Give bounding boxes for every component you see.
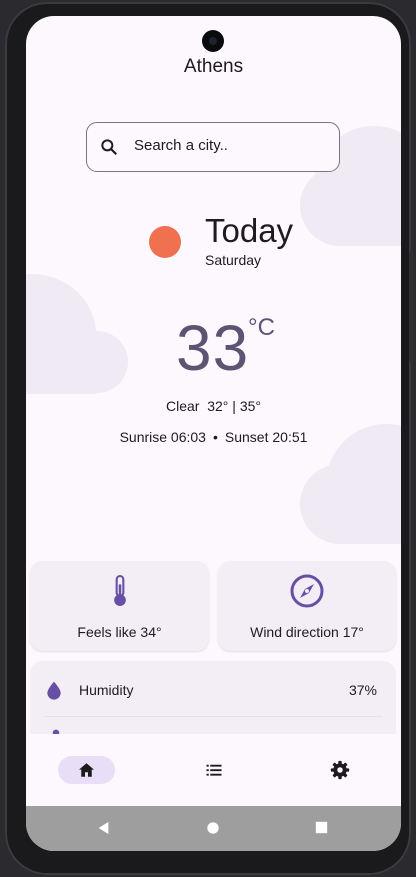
sunrise-time: Sunrise 06:03 — [119, 429, 206, 445]
search-icon — [101, 139, 117, 155]
feels-like-label: Feels like 34° — [77, 624, 162, 640]
bottom-navigation — [26, 734, 401, 806]
temperature-value: 33 — [176, 312, 250, 384]
nav-settings[interactable] — [328, 756, 352, 784]
feels-like-card[interactable]: Feels like 34° — [30, 561, 209, 651]
compass-icon — [290, 574, 324, 608]
water-drop-icon — [47, 681, 61, 700]
weekday-label: Saturday — [205, 252, 262, 268]
power-button — [409, 252, 413, 362]
condition-text: Clear — [165, 398, 200, 414]
divider — [44, 716, 382, 717]
separator-dot: • — [212, 429, 218, 445]
wind-direction-label: Wind direction 17° — [250, 624, 364, 640]
search-field[interactable]: Search a city.. — [86, 122, 340, 172]
min-max-temp: 32° | 35° — [207, 398, 261, 414]
wind-direction-card[interactable]: Wind direction 17° — [218, 561, 396, 651]
list-icon — [206, 764, 222, 776]
thermometer-icon — [114, 574, 126, 606]
sunset-time: Sunset 20:51 — [224, 429, 308, 445]
system-navigation-bar — [26, 806, 401, 851]
nav-home[interactable] — [58, 756, 115, 784]
search-input[interactable]: Search a city.. — [134, 137, 228, 154]
phone-frame: Athens Search a city.. Today Saturday 33… — [5, 2, 413, 875]
nav-list[interactable] — [202, 756, 226, 784]
home-circle-icon[interactable] — [206, 821, 220, 835]
back-icon[interactable] — [97, 821, 111, 835]
today-label: Today — [205, 212, 294, 249]
settings-icon — [330, 760, 350, 780]
app-screen: Athens Search a city.. Today Saturday 33… — [26, 16, 401, 851]
city-title: Athens — [183, 56, 244, 77]
sun-times-row: Sunrise 06:03 • Sunset 20:51 — [26, 429, 401, 445]
home-icon — [79, 763, 94, 777]
front-camera — [202, 30, 224, 52]
recents-icon[interactable] — [315, 821, 328, 834]
sun-icon — [149, 226, 181, 258]
temperature-unit: °C — [248, 314, 275, 341]
humidity-label: Humidity — [79, 682, 134, 698]
condition-row: Clear 32° | 35° — [26, 398, 401, 414]
humidity-value: 37% — [348, 682, 377, 698]
